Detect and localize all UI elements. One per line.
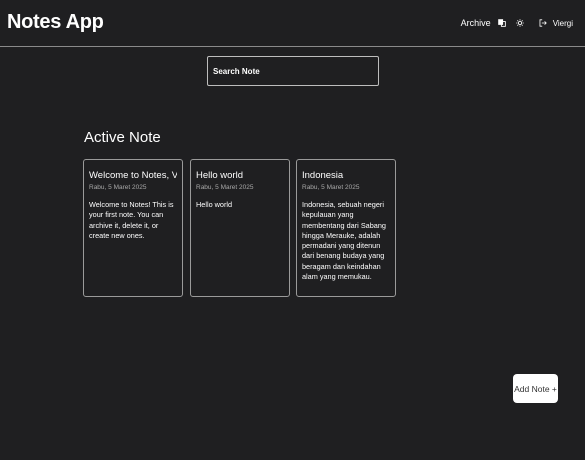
note-card[interactable]: Hello world Rabu, 5 Maret 2025 Hello wor… bbox=[190, 159, 290, 297]
logout-icon[interactable] bbox=[538, 18, 548, 28]
note-date: Rabu, 5 Maret 2025 bbox=[302, 184, 360, 191]
note-title: Hello world bbox=[196, 170, 243, 181]
section-title: Active Note bbox=[84, 129, 161, 146]
note-date: Rabu, 5 Maret 2025 bbox=[196, 184, 254, 191]
theme-toggle-icon[interactable] bbox=[515, 18, 525, 28]
app-header: Notes App Archive Viergi bbox=[0, 0, 585, 47]
user-name: Viergi bbox=[552, 18, 573, 28]
note-title: Welcome to Notes, Viergi! bbox=[89, 170, 177, 181]
note-title: Indonesia bbox=[302, 170, 344, 181]
note-body: Indonesia, sebuah negeri kepulauan yang … bbox=[302, 200, 386, 282]
header-nav: Archive Viergi bbox=[461, 16, 573, 30]
note-body: Welcome to Notes! This is your first not… bbox=[89, 200, 174, 240]
translate-icon[interactable] bbox=[497, 18, 507, 28]
note-card[interactable]: Welcome to Notes, Viergi! Rabu, 5 Maret … bbox=[83, 159, 183, 297]
note-card[interactable]: Indonesia Rabu, 5 Maret 2025 Indonesia, … bbox=[296, 159, 396, 297]
app-title: Notes App bbox=[7, 11, 104, 33]
note-body: Hello world bbox=[196, 200, 233, 209]
archive-link[interactable]: Archive bbox=[461, 18, 491, 28]
notes-app: Notes App Archive Viergi Search Note Act… bbox=[0, 0, 585, 460]
add-note-button[interactable]: Add Note + bbox=[513, 374, 558, 403]
note-date: Rabu, 5 Maret 2025 bbox=[89, 184, 147, 191]
search-input[interactable] bbox=[207, 56, 379, 86]
